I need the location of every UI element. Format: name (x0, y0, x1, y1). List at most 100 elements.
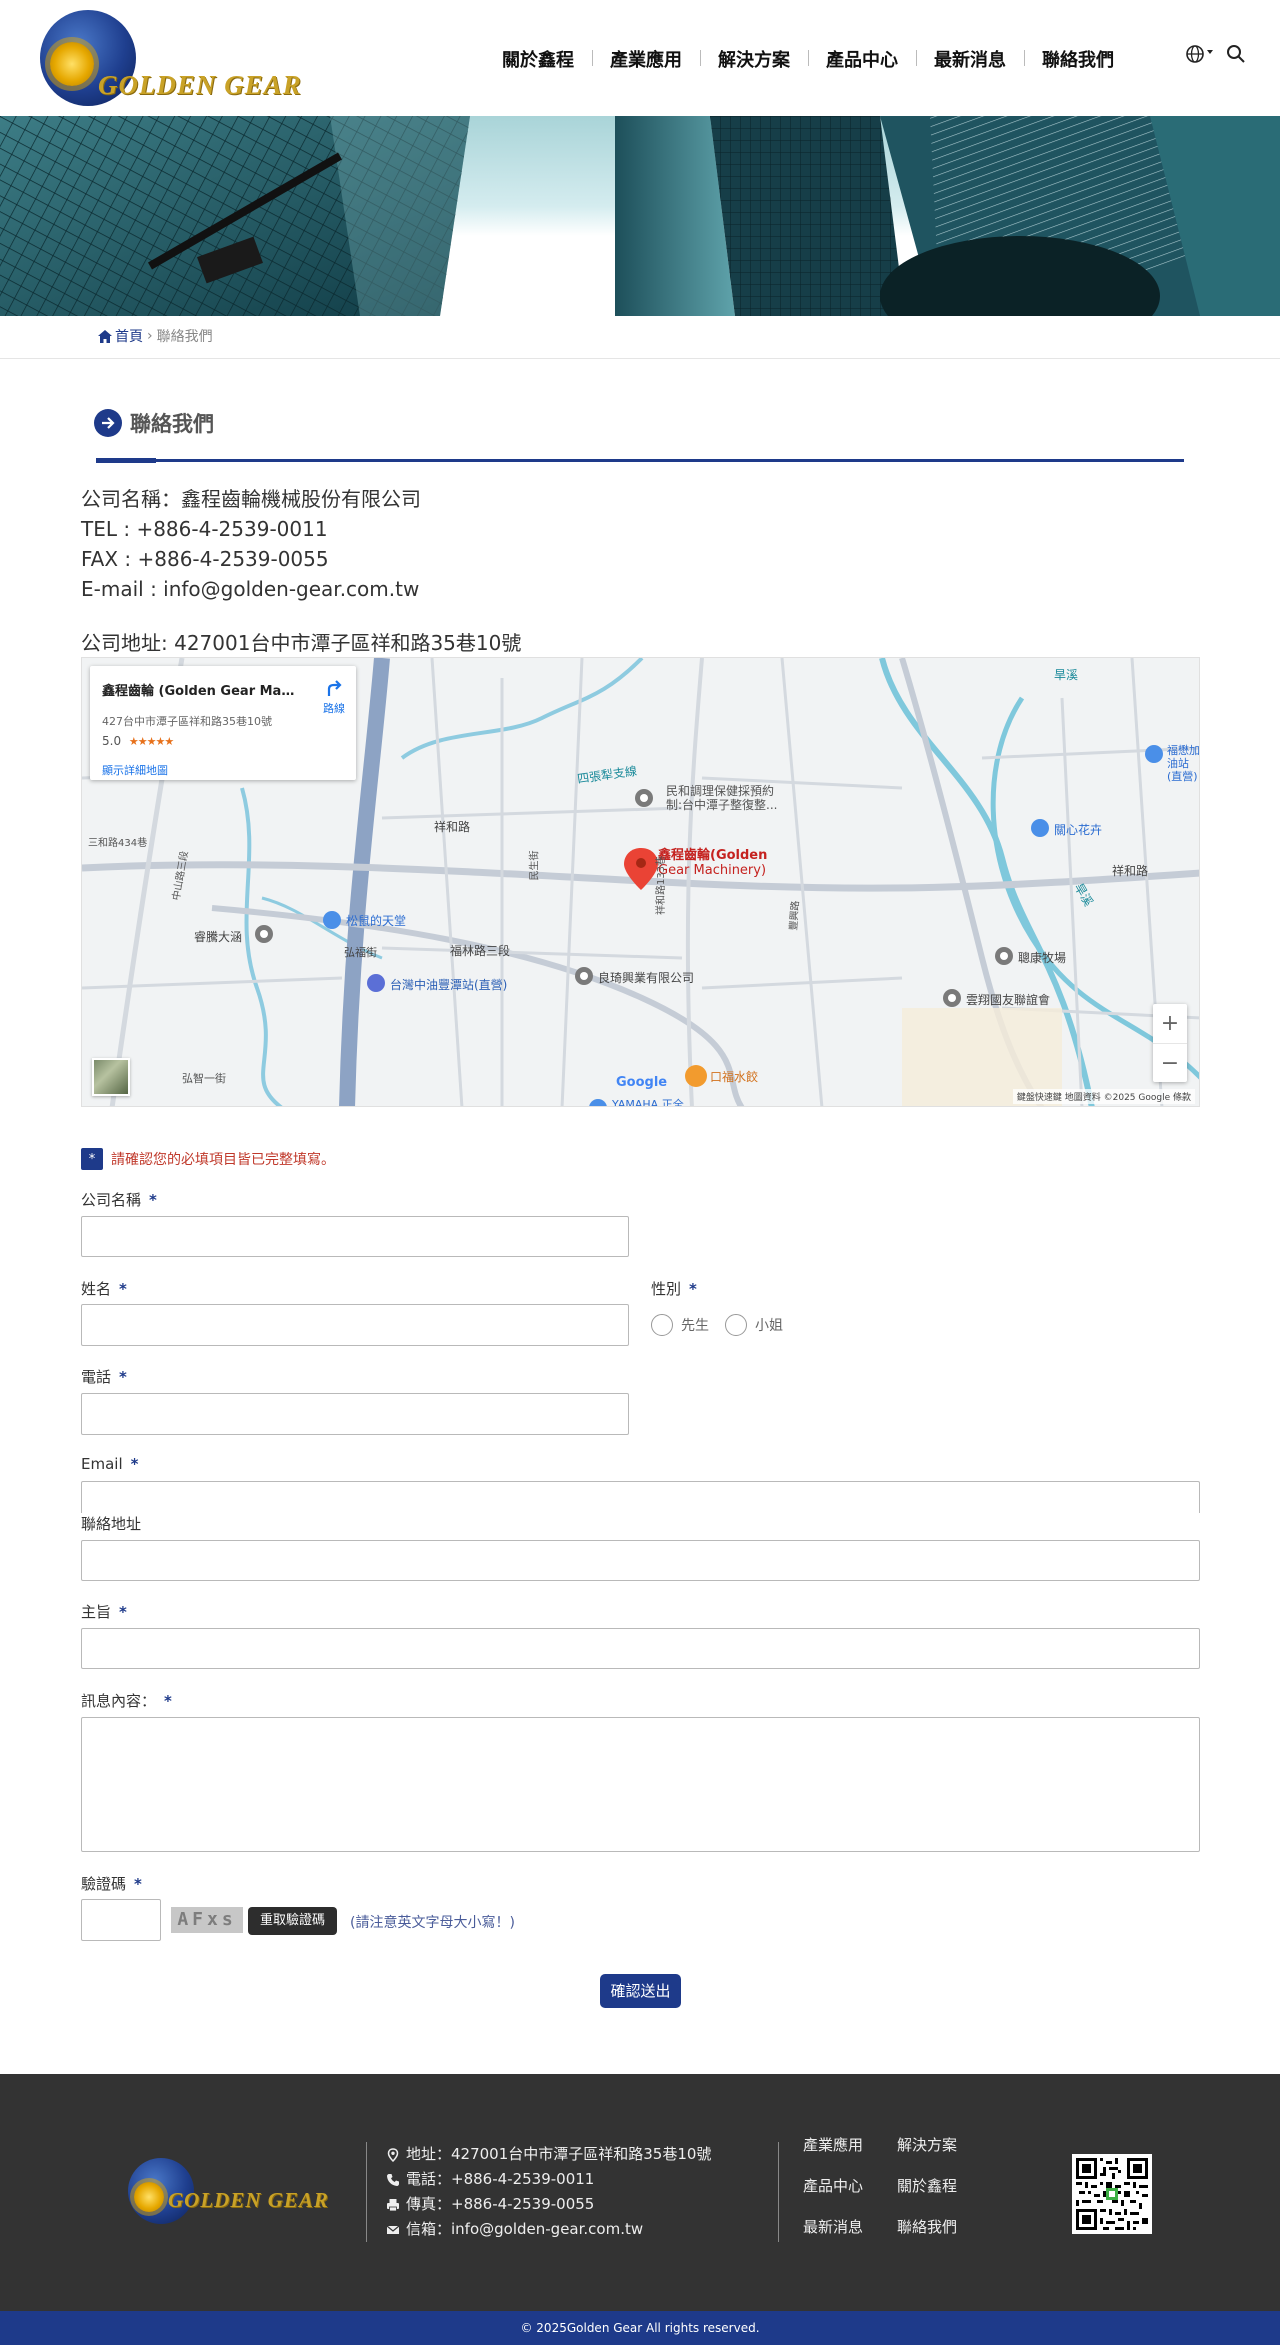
zoom-out-button[interactable]: − (1153, 1043, 1187, 1082)
google-map[interactable]: 鑫程齒輪(Golden Gear Machinery) 四張犁支線 民和調理保健… (81, 657, 1200, 1107)
zoom-in-button[interactable]: + (1153, 1004, 1187, 1043)
company-fax: FAX : +886-4-2539-0055 (81, 547, 329, 571)
phone-label-text: 電話 (81, 1368, 112, 1386)
map-poi-label: 台灣中油豐潭站(直營) (390, 978, 508, 992)
company-address: 公司地址: 427001台中市潭子區祥和路35巷10號 (81, 631, 522, 655)
arrow-right-circle-icon (94, 409, 122, 437)
map-road-label: 祥和路 (1112, 864, 1149, 878)
map-road-label: 弘福街 (344, 946, 377, 959)
title-underline (96, 458, 1184, 463)
map-road-label: 福林路三段 (450, 944, 511, 958)
footer-fax-row: 傳真：+886-4-2539-0055 (386, 2192, 711, 2217)
footer-logo-text: GOLDEN GEAR (168, 2188, 329, 2212)
footer-fax: 傳真：+886-4-2539-0055 (406, 2195, 595, 2213)
company-name-input[interactable] (81, 1216, 629, 1257)
subject-label: 主旨 * (81, 1601, 127, 1622)
search-icon[interactable] (1226, 44, 1246, 64)
footer-link-industry[interactable]: 產業應用 (803, 2134, 897, 2155)
footer-logo[interactable]: GOLDEN GEAR (128, 2158, 328, 2228)
phone-label: 電話 * (81, 1366, 127, 1387)
map-place-rating: 5.0 ★★★★★ (102, 734, 174, 748)
nav-item-contact[interactable]: 聯絡我們 (1024, 46, 1132, 72)
breadcrumb-home[interactable]: 首頁 (98, 326, 143, 346)
reload-captcha-button[interactable]: 重取驗證碼 (248, 1907, 338, 1935)
phone-input[interactable] (81, 1393, 629, 1435)
phone-icon (387, 2173, 399, 2186)
map-place-name: 鑫程齒輪 (Golden Gear Machi... (102, 684, 302, 699)
globe-icon[interactable] (1186, 44, 1216, 64)
map-poi-label: YAMAHA 正全 (612, 1098, 684, 1107)
footer-divider (366, 2142, 367, 2242)
map-satellite-toggle[interactable] (92, 1058, 130, 1096)
logo-sun-icon (50, 42, 94, 86)
captcha-hint: (請注意英文字母大小寫！) (350, 1915, 515, 1931)
name-input[interactable] (81, 1304, 629, 1346)
map-directions-label: 路線 (323, 702, 345, 715)
footer-link-solutions[interactable]: 解決方案 (897, 2134, 977, 2155)
nav-item-products[interactable]: 產品中心 (808, 46, 916, 72)
site-logo[interactable]: GOLDEN GEAR (40, 10, 301, 108)
address-label: 聯絡地址 (81, 1515, 142, 1533)
required-mark: * (119, 1280, 127, 1298)
map-view-larger-link[interactable]: 顯示詳細地圖 (102, 762, 168, 778)
nav-item-industry[interactable]: 產業應用 (592, 46, 700, 72)
footer-link-news[interactable]: 最新消息 (803, 2216, 897, 2237)
company-tel: TEL : +886-4-2539-0011 (81, 517, 328, 541)
footer-contact: 地址：427001台中市潭子區祥和路35巷10號 電話：+886-4-2539-… (386, 2142, 711, 2242)
map-attribution[interactable]: 鍵盤快速鍵 地圖資料 ©2025 Google 條款 (1012, 1089, 1195, 1104)
captcha-label: 驗證碼 * (81, 1873, 142, 1894)
footer-divider (778, 2142, 779, 2242)
footer-address-row: 地址：427001台中市潭子區祥和路35巷10號 (386, 2142, 711, 2167)
required-mark: * (130, 1455, 139, 1473)
footer-phone-row: 電話：+886-4-2539-0011 (386, 2167, 711, 2192)
footer-phone[interactable]: 電話：+886-4-2539-0011 (406, 2167, 594, 2192)
banner-buildings (0, 116, 1280, 316)
required-mark: * (689, 1280, 697, 1298)
required-mark: * (119, 1603, 127, 1621)
required-mark: * (119, 1368, 127, 1386)
star-rating-icon: ★★★★★ (128, 735, 174, 748)
footer-link-contact[interactable]: 聯絡我們 (897, 2216, 977, 2237)
form-required-notice: * 請確認您的必填項目皆已完整填寫。 (81, 1148, 335, 1170)
site-header: GOLDEN GEAR 關於鑫程 產業應用 解決方案 產品中心 最新消息 聯絡我… (0, 0, 1280, 116)
google-logo: Google (616, 1075, 668, 1090)
breadcrumb-divider (0, 358, 1280, 359)
header-icons (1186, 44, 1246, 64)
gender-radio-ms[interactable] (725, 1314, 747, 1336)
name-label: 姓名 * (81, 1278, 127, 1299)
company-info: 公司名稱：鑫程齒輪機械股份有限公司 TEL : +886-4-2539-0011… (81, 484, 421, 604)
home-icon (98, 329, 112, 343)
submit-button[interactable]: 確認送出 (600, 1974, 681, 2008)
main-nav: 關於鑫程 產業應用 解決方案 產品中心 最新消息 聯絡我們 (484, 46, 1132, 72)
map-place-address: 427台中市潭子區祥和路35巷10號 (102, 715, 272, 728)
nav-item-solutions[interactable]: 解決方案 (700, 46, 808, 72)
company-name-label-text: 公司名稱 (81, 1191, 142, 1209)
map-poi-label-line2: 制:台中潭子整復整... (666, 798, 778, 812)
email-input[interactable] (81, 1481, 1200, 1513)
map-road-label: 民生街 (529, 850, 541, 881)
gender-radio-mr[interactable] (651, 1314, 673, 1336)
gender-option-ms: 小姐 (755, 1318, 783, 1334)
message-textarea[interactable] (81, 1717, 1200, 1852)
subject-input[interactable] (81, 1628, 1200, 1669)
captcha-input[interactable] (81, 1899, 161, 1941)
nav-item-about[interactable]: 關於鑫程 (484, 46, 592, 72)
message-label: 訊息內容： * (81, 1690, 172, 1711)
footer-email[interactable]: 信箱：info@golden-gear.com.tw (406, 2217, 643, 2242)
map-poi-label: 口福水餃 (710, 1070, 759, 1084)
map-poi-label: 良琦興業有限公司 (598, 971, 695, 985)
footer-link-about[interactable]: 關於鑫程 (897, 2175, 977, 2196)
address-input[interactable] (81, 1540, 1200, 1581)
map-directions-button[interactable]: 路線 (316, 678, 352, 716)
footer-link-products[interactable]: 產品中心 (803, 2175, 897, 2196)
nav-item-news[interactable]: 最新消息 (916, 46, 1024, 72)
email-label-text: Email (81, 1455, 123, 1473)
company-name-label: 公司名稱 * (81, 1189, 157, 1210)
footer-links: 產業應用 解決方案 產品中心 關於鑫程 最新消息 聯絡我們 (803, 2134, 977, 2237)
qr-code-pattern (1076, 2158, 1148, 2230)
map-poi-label: 關心花卉 (1054, 823, 1103, 837)
name-label-text: 姓名 (81, 1280, 112, 1298)
map-poi-label: 雲翔國友聯誼會 (966, 993, 1051, 1007)
copyright-bar: © 2025Golden Gear All rights reserved. (0, 2311, 1280, 2345)
qr-code (1072, 2154, 1152, 2234)
